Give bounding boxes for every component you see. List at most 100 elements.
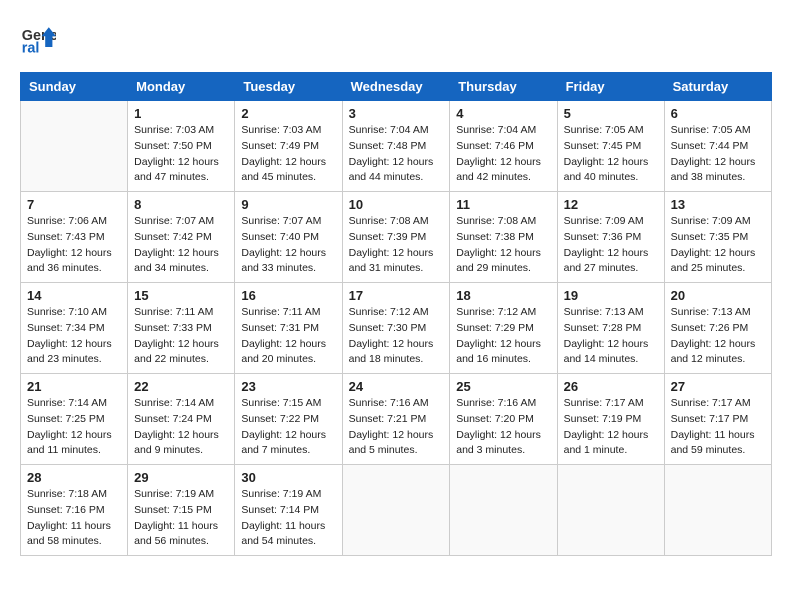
day-info: Sunrise: 7:09 AM Sunset: 7:35 PM Dayligh… bbox=[671, 214, 765, 277]
calendar-cell bbox=[664, 465, 771, 556]
calendar-cell: 7Sunrise: 7:06 AM Sunset: 7:43 PM Daylig… bbox=[21, 192, 128, 283]
col-header-thursday: Thursday bbox=[450, 73, 557, 101]
day-number: 22 bbox=[134, 379, 228, 394]
day-info: Sunrise: 7:08 AM Sunset: 7:38 PM Dayligh… bbox=[456, 214, 550, 277]
day-number: 25 bbox=[456, 379, 550, 394]
calendar-cell: 20 Sunrise: 7:13 AM Sunset: 7:26 PM Dayli… bbox=[664, 283, 771, 374]
calendar-cell: 11 Sunrise: 7:08 AM Sunset: 7:38 PM Dayli… bbox=[450, 192, 557, 283]
day-info: Sunrise: 7:18 AM Sunset: 7:16 PM Dayligh… bbox=[27, 487, 121, 550]
calendar-cell: 24 Sunrise: 7:16 AM Sunset: 7:21 PM Dayli… bbox=[342, 374, 450, 465]
calendar-cell: 1 Sunrise: 7:03 AM Sunset: 7:50 PM Daylig… bbox=[128, 101, 235, 192]
calendar-cell: 8 Sunrise: 7:07 AM Sunset: 7:42 PM Daylig… bbox=[128, 192, 235, 283]
day-number: 14 bbox=[27, 288, 121, 303]
calendar-cell: 10 Sunrise: 7:08 AM Sunset: 7:39 PM Dayli… bbox=[342, 192, 450, 283]
day-info: Sunrise: 7:12 AM Sunset: 7:29 PM Dayligh… bbox=[456, 305, 550, 368]
calendar-cell: 21 Sunrise: 7:14 AM Sunset: 7:25 PM Dayli… bbox=[21, 374, 128, 465]
logo: Gene ral bbox=[20, 20, 60, 56]
calendar-cell: 19 Sunrise: 7:13 AM Sunset: 7:28 PM Dayli… bbox=[557, 283, 664, 374]
day-info: Sunrise: 7:05 AM Sunset: 7:44 PM Dayligh… bbox=[671, 123, 765, 186]
day-number: 24 bbox=[349, 379, 444, 394]
col-header-monday: Monday bbox=[128, 73, 235, 101]
calendar-cell bbox=[557, 465, 664, 556]
calendar-cell: 18 Sunrise: 7:12 AM Sunset: 7:29 PM Dayli… bbox=[450, 283, 557, 374]
day-number: 29 bbox=[134, 470, 228, 485]
calendar-cell: 15 Sunrise: 7:11 AM Sunset: 7:33 PM Dayli… bbox=[128, 283, 235, 374]
day-number: 21 bbox=[27, 379, 121, 394]
calendar-week-row: 28 Sunrise: 7:18 AM Sunset: 7:16 PM Dayli… bbox=[21, 465, 772, 556]
day-number: 17 bbox=[349, 288, 444, 303]
day-number: 23 bbox=[241, 379, 335, 394]
calendar-cell: 3 Sunrise: 7:04 AM Sunset: 7:48 PM Daylig… bbox=[342, 101, 450, 192]
day-number: 26 bbox=[564, 379, 658, 394]
calendar-cell: 9 Sunrise: 7:07 AM Sunset: 7:40 PM Daylig… bbox=[235, 192, 342, 283]
day-info: Sunrise: 7:15 AM Sunset: 7:22 PM Dayligh… bbox=[241, 396, 335, 459]
day-info: Sunrise: 7:11 AM Sunset: 7:31 PM Dayligh… bbox=[241, 305, 335, 368]
calendar-cell: 28 Sunrise: 7:18 AM Sunset: 7:16 PM Dayli… bbox=[21, 465, 128, 556]
calendar-cell: 26Sunrise: 7:17 AM Sunset: 7:19 PM Dayli… bbox=[557, 374, 664, 465]
day-number: 3 bbox=[349, 106, 444, 121]
calendar-week-row: 14Sunrise: 7:10 AM Sunset: 7:34 PM Dayli… bbox=[21, 283, 772, 374]
day-number: 6 bbox=[671, 106, 765, 121]
day-number: 2 bbox=[241, 106, 335, 121]
day-info: Sunrise: 7:14 AM Sunset: 7:25 PM Dayligh… bbox=[27, 396, 121, 459]
day-info: Sunrise: 7:16 AM Sunset: 7:21 PM Dayligh… bbox=[349, 396, 444, 459]
day-number: 7 bbox=[27, 197, 121, 212]
day-number: 11 bbox=[456, 197, 550, 212]
day-info: Sunrise: 7:04 AM Sunset: 7:46 PM Dayligh… bbox=[456, 123, 550, 186]
day-info: Sunrise: 7:07 AM Sunset: 7:42 PM Dayligh… bbox=[134, 214, 228, 277]
calendar-cell: 2 Sunrise: 7:03 AM Sunset: 7:49 PM Daylig… bbox=[235, 101, 342, 192]
day-info: Sunrise: 7:11 AM Sunset: 7:33 PM Dayligh… bbox=[134, 305, 228, 368]
calendar-week-row: 21 Sunrise: 7:14 AM Sunset: 7:25 PM Dayli… bbox=[21, 374, 772, 465]
day-number: 1 bbox=[134, 106, 228, 121]
day-number: 20 bbox=[671, 288, 765, 303]
calendar-cell: 13Sunrise: 7:09 AM Sunset: 7:35 PM Dayli… bbox=[664, 192, 771, 283]
day-info: Sunrise: 7:14 AM Sunset: 7:24 PM Dayligh… bbox=[134, 396, 228, 459]
day-number: 27 bbox=[671, 379, 765, 394]
day-number: 12 bbox=[564, 197, 658, 212]
day-number: 15 bbox=[134, 288, 228, 303]
logo-icon: Gene ral bbox=[20, 20, 56, 56]
calendar-cell bbox=[450, 465, 557, 556]
day-number: 9 bbox=[241, 197, 335, 212]
day-info: Sunrise: 7:07 AM Sunset: 7:40 PM Dayligh… bbox=[241, 214, 335, 277]
day-info: Sunrise: 7:19 AM Sunset: 7:14 PM Dayligh… bbox=[241, 487, 335, 550]
day-number: 5 bbox=[564, 106, 658, 121]
calendar-cell: 12 Sunrise: 7:09 AM Sunset: 7:36 PM Dayli… bbox=[557, 192, 664, 283]
day-info: Sunrise: 7:04 AM Sunset: 7:48 PM Dayligh… bbox=[349, 123, 444, 186]
day-info: Sunrise: 7:08 AM Sunset: 7:39 PM Dayligh… bbox=[349, 214, 444, 277]
page-header: Gene ral bbox=[20, 20, 772, 56]
calendar-cell: 27Sunrise: 7:17 AM Sunset: 7:17 PM Dayli… bbox=[664, 374, 771, 465]
day-number: 19 bbox=[564, 288, 658, 303]
day-info: Sunrise: 7:12 AM Sunset: 7:30 PM Dayligh… bbox=[349, 305, 444, 368]
day-number: 4 bbox=[456, 106, 550, 121]
col-header-friday: Friday bbox=[557, 73, 664, 101]
calendar-cell: 25 Sunrise: 7:16 AM Sunset: 7:20 PM Dayli… bbox=[450, 374, 557, 465]
calendar-cell bbox=[342, 465, 450, 556]
calendar-cell: 6 Sunrise: 7:05 AM Sunset: 7:44 PM Daylig… bbox=[664, 101, 771, 192]
day-info: Sunrise: 7:13 AM Sunset: 7:28 PM Dayligh… bbox=[564, 305, 658, 368]
calendar-cell: 29Sunrise: 7:19 AM Sunset: 7:15 PM Dayli… bbox=[128, 465, 235, 556]
col-header-saturday: Saturday bbox=[664, 73, 771, 101]
calendar-week-row: 1 Sunrise: 7:03 AM Sunset: 7:50 PM Daylig… bbox=[21, 101, 772, 192]
day-number: 28 bbox=[27, 470, 121, 485]
calendar-cell: 4 Sunrise: 7:04 AM Sunset: 7:46 PM Daylig… bbox=[450, 101, 557, 192]
col-header-tuesday: Tuesday bbox=[235, 73, 342, 101]
col-header-sunday: Sunday bbox=[21, 73, 128, 101]
day-info: Sunrise: 7:09 AM Sunset: 7:36 PM Dayligh… bbox=[564, 214, 658, 277]
col-header-wednesday: Wednesday bbox=[342, 73, 450, 101]
day-info: Sunrise: 7:13 AM Sunset: 7:26 PM Dayligh… bbox=[671, 305, 765, 368]
calendar-cell bbox=[21, 101, 128, 192]
calendar-cell: 30 Sunrise: 7:19 AM Sunset: 7:14 PM Dayli… bbox=[235, 465, 342, 556]
day-number: 16 bbox=[241, 288, 335, 303]
day-number: 18 bbox=[456, 288, 550, 303]
calendar-cell: 16 Sunrise: 7:11 AM Sunset: 7:31 PM Dayli… bbox=[235, 283, 342, 374]
svg-text:ral: ral bbox=[22, 40, 40, 56]
calendar-cell: 14Sunrise: 7:10 AM Sunset: 7:34 PM Dayli… bbox=[21, 283, 128, 374]
day-info: Sunrise: 7:03 AM Sunset: 7:50 PM Dayligh… bbox=[134, 123, 228, 186]
day-number: 10 bbox=[349, 197, 444, 212]
calendar-table: SundayMondayTuesdayWednesdayThursdayFrid… bbox=[20, 72, 772, 556]
day-number: 8 bbox=[134, 197, 228, 212]
day-number: 30 bbox=[241, 470, 335, 485]
day-info: Sunrise: 7:16 AM Sunset: 7:20 PM Dayligh… bbox=[456, 396, 550, 459]
day-info: Sunrise: 7:03 AM Sunset: 7:49 PM Dayligh… bbox=[241, 123, 335, 186]
